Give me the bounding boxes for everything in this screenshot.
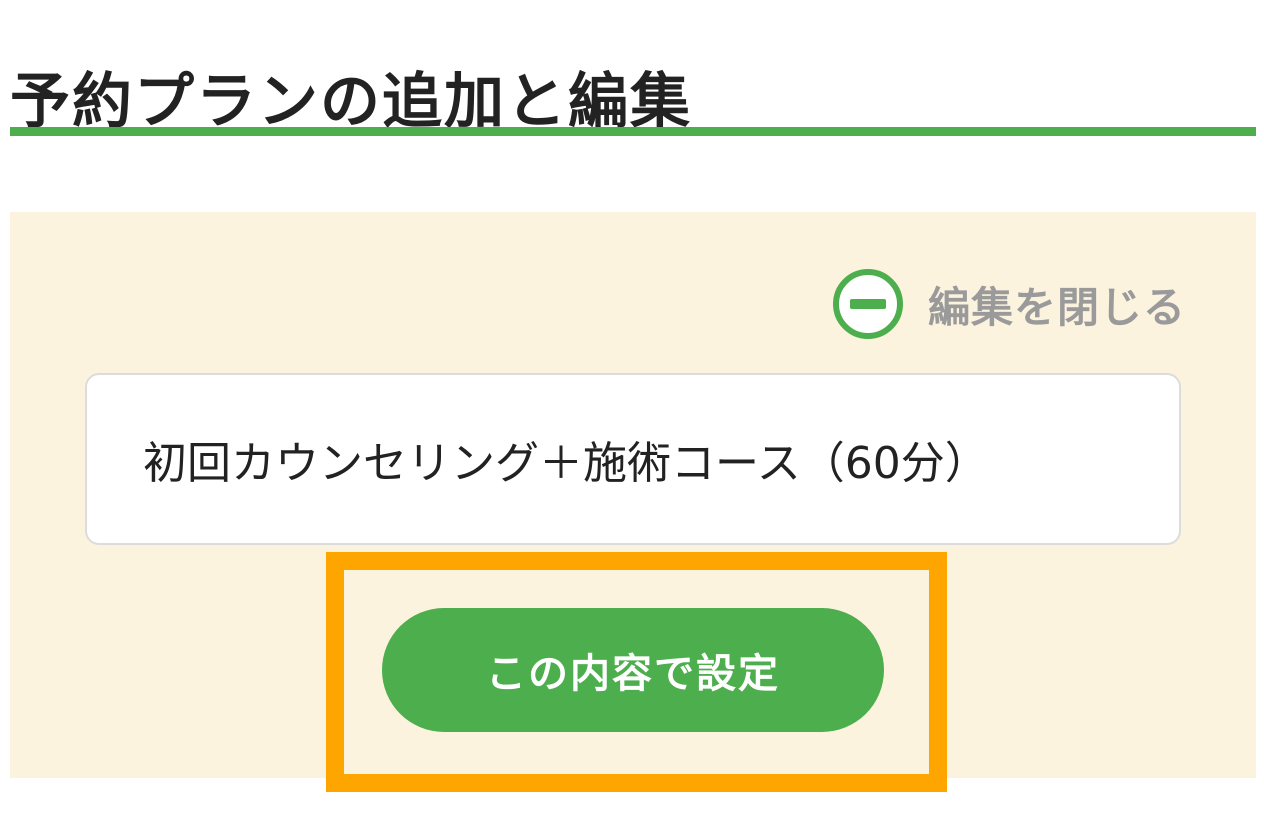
apply-settings-button[interactable]: この内容で設定 (382, 608, 884, 732)
close-edit-label: 編集を閉じる (928, 282, 1187, 332)
plan-editor-page: 予約プランの追加と編集 編集を閉じる この内容で設定 (0, 0, 1264, 815)
plan-name-input[interactable] (85, 373, 1181, 545)
title-divider (10, 127, 1256, 136)
minus-circle-icon (833, 269, 903, 339)
close-edit-toggle[interactable]: 編集を閉じる (832, 268, 1186, 340)
